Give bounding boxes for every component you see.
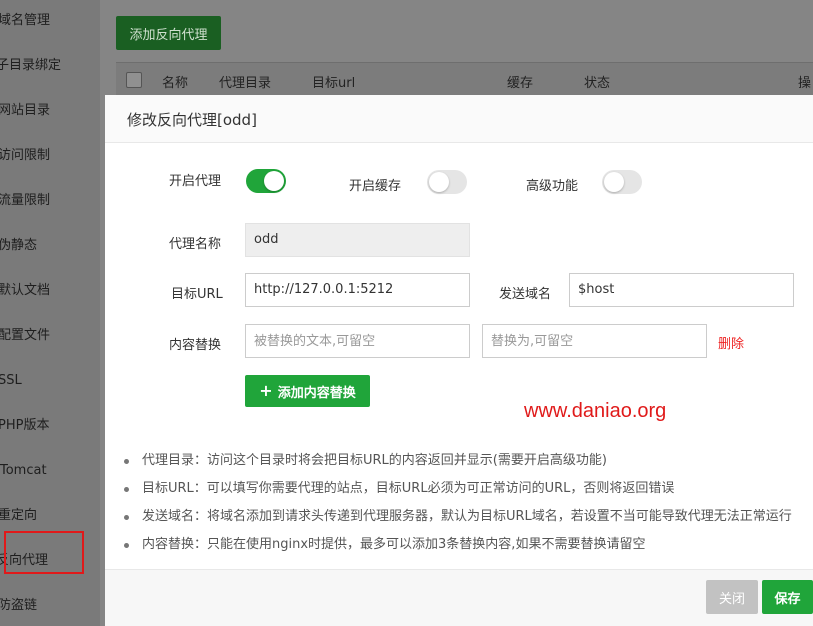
modal-header: 修改反向代理[odd]: [105, 95, 813, 143]
toggle-knob: [604, 172, 624, 192]
modal-footer: 关闭 保存: [105, 569, 813, 626]
column-cache: 缓存: [507, 76, 534, 91]
sidebar-item-access-limit[interactable]: 访问限制: [0, 146, 50, 166]
toggle-knob: [429, 172, 449, 192]
plus-icon: +: [259, 381, 273, 400]
bullet-icon: [124, 543, 129, 548]
replace-to-input[interactable]: [482, 324, 707, 358]
sidebar-item-default-doc[interactable]: 默认文档: [0, 281, 50, 301]
add-content-replace-button[interactable]: + 添加内容替换: [245, 375, 370, 407]
sidebar-item-rewrite[interactable]: 伪静态: [0, 236, 37, 256]
close-button[interactable]: 关闭: [706, 580, 758, 614]
enable-proxy-label: 开启代理: [169, 174, 222, 189]
column-status: 状态: [584, 76, 611, 91]
bullet-icon: [124, 515, 129, 520]
annotation-highlight-box: [4, 531, 84, 574]
enable-proxy-toggle[interactable]: [246, 169, 286, 193]
toggle-knob: [264, 171, 284, 191]
target-url-label: 目标URL: [171, 287, 223, 302]
list-item: 发送域名：将域名添加到请求头传递到代理服务器，默认为目标URL域名，若设置不当可…: [122, 507, 813, 535]
delete-replace-link[interactable]: 删除: [718, 333, 744, 352]
column-actions: 操: [798, 76, 812, 91]
sidebar-item-subdir[interactable]: 子目录绑定: [0, 56, 61, 76]
sidebar-item-redirect[interactable]: 重定向: [0, 506, 37, 526]
sidebar-item-domain[interactable]: 域名管理: [0, 11, 50, 31]
proxy-name-label: 代理名称: [169, 237, 222, 252]
watermark-text: www.daniao.org: [524, 400, 667, 422]
sidebar-item-ssl[interactable]: SSL: [0, 371, 22, 391]
add-reverse-proxy-button[interactable]: 添加反向代理: [116, 16, 221, 50]
content-replace-label: 内容替换: [169, 338, 222, 353]
list-item: 目标URL：可以填写你需要代理的站点，目标URL必须为可正常访问的URL，否则将…: [122, 479, 813, 507]
column-name: 名称: [162, 76, 189, 91]
sidebar-item-traffic-limit[interactable]: 流量限制: [0, 191, 50, 211]
list-item: 代理目录：访问这个目录时将会把目标URL的内容返回并显示(需要开启高级功能): [122, 451, 813, 479]
target-url-input[interactable]: http://127.0.0.1:5212: [245, 273, 470, 307]
help-tips-list: 代理目录：访问这个目录时将会把目标URL的内容返回并显示(需要开启高级功能) 目…: [122, 451, 813, 563]
tip-text: 目标URL：可以填写你需要代理的站点，目标URL必须为可正常访问的URL，否则将…: [142, 481, 675, 496]
bullet-icon: [124, 487, 129, 492]
bullet-icon: [124, 459, 129, 464]
advanced-toggle[interactable]: [602, 170, 642, 194]
proxy-name-input[interactable]: odd: [245, 223, 470, 257]
add-content-replace-label: 添加内容替换: [277, 385, 356, 401]
sidebar-item-tomcat[interactable]: Tomcat: [0, 461, 47, 481]
sidebar-item-php-version[interactable]: PHP版本: [0, 416, 49, 436]
list-item: 内容替换：只能在使用nginx时提供，最多可以添加3条替换内容,如果不需要替换请…: [122, 535, 813, 563]
tip-text: 代理目录：访问这个目录时将会把目标URL的内容返回并显示(需要开启高级功能): [142, 453, 607, 468]
proxy-table-header: 名称 代理目录 目标url 缓存 状态 操: [116, 62, 813, 96]
sidebar-item-anti-leech[interactable]: 防盗链: [0, 596, 37, 616]
save-button[interactable]: 保存: [762, 580, 813, 614]
enable-cache-toggle[interactable]: [427, 170, 467, 194]
sidebar-item-site-dir[interactable]: 网站目录: [0, 101, 50, 121]
tip-text: 内容替换：只能在使用nginx时提供，最多可以添加3条替换内容,如果不需要替换请…: [142, 537, 646, 552]
sidebar-item-config[interactable]: 配置文件: [0, 326, 50, 346]
edit-proxy-modal: 修改反向代理[odd] 开启代理 开启缓存 高级功能 代理名称 odd 目标UR…: [105, 95, 813, 626]
column-proxy-dir: 代理目录: [219, 76, 272, 91]
replace-from-input[interactable]: [245, 324, 470, 358]
select-all-checkbox[interactable]: [126, 72, 142, 88]
tip-text: 发送域名：将域名添加到请求头传递到代理服务器，默认为目标URL域名，若设置不当可…: [142, 509, 792, 524]
modal-title: 修改反向代理[odd]: [127, 111, 257, 129]
send-domain-input[interactable]: $host: [569, 273, 794, 307]
send-domain-label: 发送域名: [499, 287, 552, 302]
column-target-url: 目标url: [312, 76, 356, 91]
enable-cache-label: 开启缓存: [349, 179, 402, 194]
advanced-label: 高级功能: [526, 179, 579, 194]
